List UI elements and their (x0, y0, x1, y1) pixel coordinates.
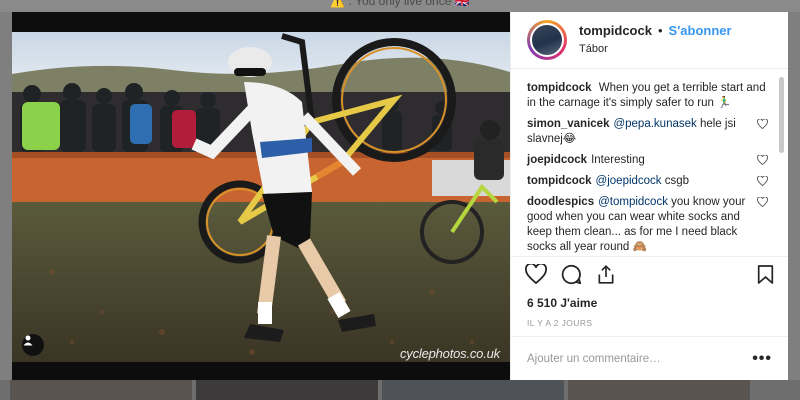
avatar[interactable] (530, 23, 564, 57)
comment-like-button[interactable] (750, 195, 768, 255)
photo-letterbox-bottom (12, 362, 510, 380)
list-item: doodlespics @tompidcock you know your goo… (527, 195, 768, 255)
post-modal: cyclephotos.co.uk tompidcock • S'abonner… (12, 12, 788, 380)
comment-author[interactable]: simon_vanicek (527, 118, 609, 130)
list-item: joepidcock Interesting (527, 153, 768, 168)
share-button[interactable] (596, 264, 616, 290)
comment-mention[interactable]: @joepidcock (596, 175, 662, 187)
header-separator: • (657, 23, 663, 38)
photo-letterbox-top (12, 12, 510, 32)
comment-button[interactable] (561, 264, 582, 290)
backdrop-feed-top: ⚠️ : You only live once 🇬🇧 (0, 0, 800, 12)
photo-watermark: cyclephotos.co.uk (400, 346, 500, 361)
comment-author[interactable]: tompidcock (527, 82, 592, 94)
backdrop-thumbnail[interactable] (568, 380, 750, 400)
post-timestamp[interactable]: IL Y A 2 JOURS (511, 314, 788, 336)
backdrop-thumbnail[interactable] (382, 380, 564, 400)
backdrop-thumbnail[interactable] (10, 380, 192, 400)
caption-comment: tompidcock When you get a terrible start… (527, 81, 768, 111)
save-button[interactable] (757, 264, 774, 290)
heart-icon (757, 197, 768, 207)
list-item: simon_vanicek @pepa.kunasek hele jsi slav… (527, 117, 768, 147)
backdrop-caption: ⚠️ : You only live once 🇬🇧 (330, 0, 470, 8)
add-comment-section: ••• (511, 336, 788, 380)
comment-like-button[interactable] (750, 153, 768, 168)
comments-scrollbar[interactable] (779, 77, 784, 153)
comment-like-button[interactable] (750, 174, 768, 189)
post-actions-bar (511, 256, 788, 296)
list-item: tompidcock @joepidcock csgb (527, 174, 768, 189)
comment-text: Interesting (591, 154, 645, 166)
comment-mention[interactable]: @tompidcock (598, 196, 668, 208)
cyclocross-photo-illustration (12, 32, 510, 362)
tag-people-button[interactable] (22, 334, 44, 356)
like-button[interactable] (525, 262, 547, 289)
comment-like-button[interactable] (750, 117, 768, 147)
bookmark-icon (757, 264, 774, 284)
backdrop-thumbnail-strip (0, 380, 800, 400)
comment-mention[interactable]: @pepa.kunasek (613, 118, 696, 130)
heart-icon (757, 155, 768, 165)
follow-button[interactable]: S'abonner (669, 22, 732, 40)
post-header: tompidcock • S'abonner Tábor (511, 12, 788, 69)
heart-icon (757, 119, 768, 129)
user-tag-icon (23, 335, 33, 346)
comment-list[interactable]: tompidcock When you get a terrible start… (511, 69, 788, 256)
username-link[interactable]: tompidcock (579, 22, 652, 40)
add-comment-input[interactable] (527, 352, 753, 365)
backdrop-thumbnail[interactable] (196, 380, 378, 400)
share-icon (598, 264, 614, 284)
more-options-button[interactable]: ••• (752, 350, 772, 368)
comment-text: csgb (661, 175, 690, 187)
post-details-panel: tompidcock • S'abonner Tábor tompidcock … (510, 12, 788, 380)
heart-icon (757, 176, 768, 186)
location-link[interactable]: Tábor (579, 40, 732, 58)
heart-icon (525, 262, 547, 285)
avatar-story-ring[interactable] (527, 20, 567, 60)
post-photo[interactable]: cyclephotos.co.uk (12, 12, 510, 380)
comment-author[interactable]: joepidcock (527, 154, 587, 166)
comment-bubble-icon (561, 264, 582, 284)
comment-author[interactable]: tompidcock (527, 175, 592, 187)
likes-count[interactable]: 6 510 J'aime (511, 296, 788, 314)
comment-author[interactable]: doodlespics (527, 196, 594, 208)
